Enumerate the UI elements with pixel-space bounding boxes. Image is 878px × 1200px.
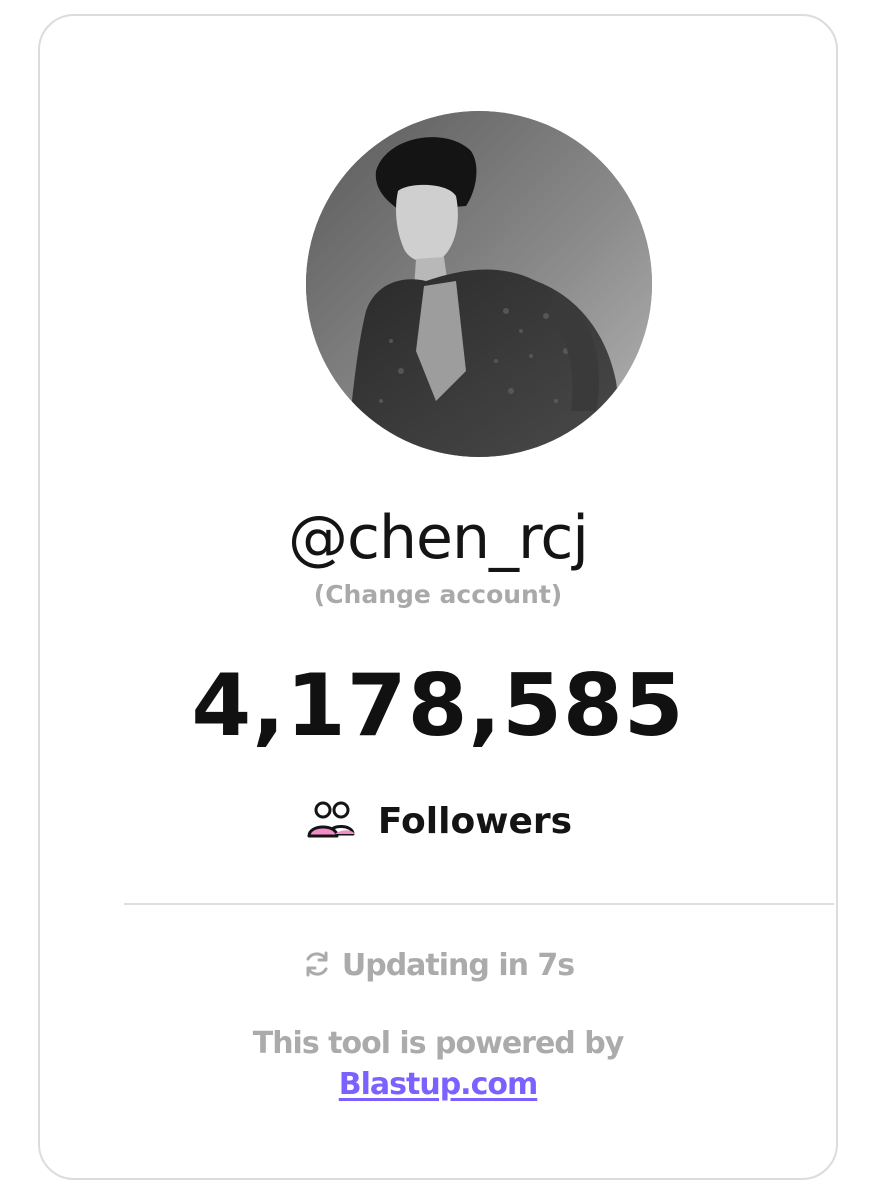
- users-icon: [304, 800, 360, 844]
- followers-label-row: Followers: [40, 798, 836, 846]
- blastup-link[interactable]: Blastup.com: [339, 1067, 538, 1102]
- divider: [124, 903, 834, 905]
- username: @chen_rcj: [288, 503, 589, 573]
- powered-by-text: This tool is powered by: [252, 1026, 625, 1061]
- update-status: Updating in 7s: [40, 946, 836, 986]
- refresh-icon: [302, 949, 332, 983]
- change-account-link[interactable]: (Change account): [40, 577, 836, 613]
- avatar: [306, 111, 652, 457]
- profile-photo: [306, 111, 652, 457]
- follower-counter-card: @chen_rcj (Change account) 4,178,585 Fol…: [38, 14, 838, 1180]
- blastup-link-row: Blastup.com: [40, 1065, 836, 1109]
- followers-label: Followers: [377, 801, 573, 842]
- follower-count: 4,178,585: [191, 656, 685, 756]
- updating-text: Updating in 7s: [341, 948, 575, 983]
